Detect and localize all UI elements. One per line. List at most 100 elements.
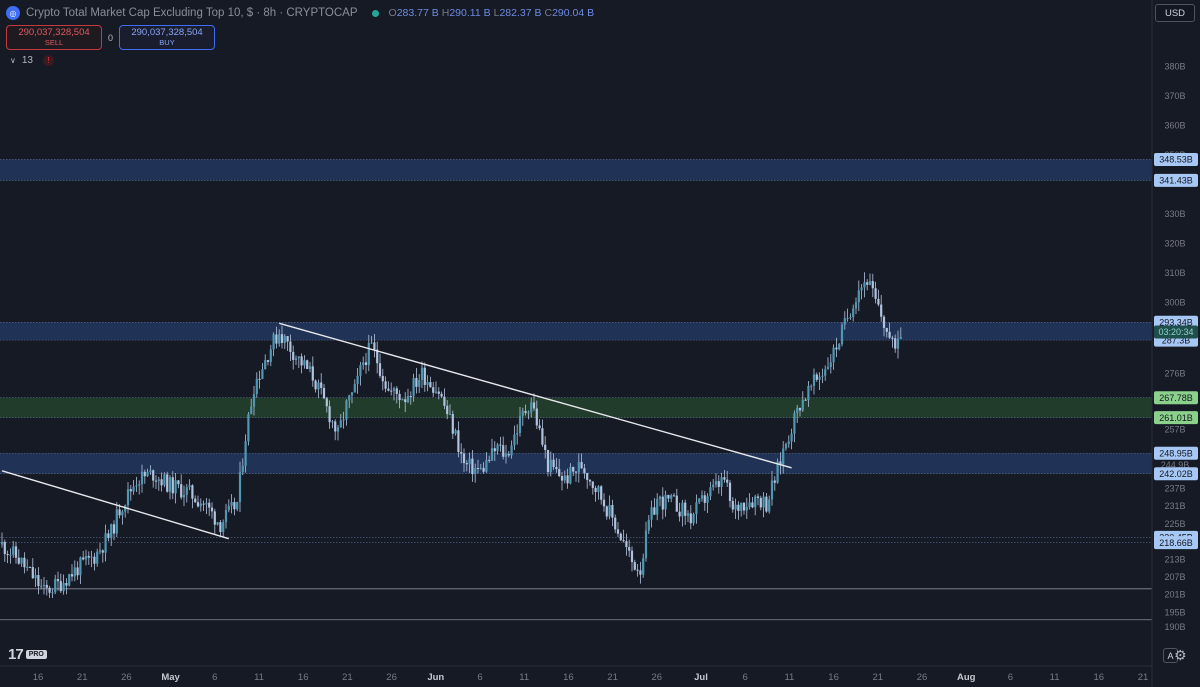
countdown-label-text: 03:20:34 [1158,327,1193,337]
candle-body [37,574,40,587]
candle-body [600,486,603,500]
coin-stack-icon[interactable]: ◎ [6,6,20,20]
candle-body [432,387,435,393]
candle-body [714,481,718,485]
warning-icon[interactable]: ! [42,55,54,66]
candle-body [628,547,631,551]
candle-body [521,410,524,416]
candle-body [686,513,690,516]
candle-body [700,495,704,499]
candle-body [558,469,561,477]
candle-body [513,434,516,446]
y-tick-15: 207B [1164,572,1185,582]
candle-58 [163,472,166,488]
candle-body [252,394,256,407]
candle-body [877,298,880,305]
candle-body [54,579,57,593]
candle-body [213,511,216,525]
candle-body [843,318,846,325]
candle-body [754,496,757,508]
candle-body [378,363,382,376]
candle-body [594,487,597,493]
candle-body [891,337,894,339]
x-tick-3: May [161,672,180,683]
candle-body [420,367,424,380]
candle-body [101,550,104,553]
candle-body [353,384,356,393]
candle-body [415,378,418,387]
candle-body [342,419,345,421]
candle-body [728,482,732,501]
candle-body [219,522,222,533]
candle-body [888,331,891,338]
candle-body [670,495,673,499]
candle-body [583,468,586,474]
candle-body [443,396,446,406]
candle-body [171,477,174,494]
candle-body [185,487,188,495]
pro-badge: PRO [25,650,47,659]
indicators-toggle[interactable]: ∨ 13 ! [10,55,54,66]
buy-button[interactable]: 290,037,328,504 BUY [119,25,216,50]
ohlc-values: O283.77 B H290.11 B L282.37 B C290.04 B [389,7,595,19]
candle-body [742,502,746,511]
candle-body [818,376,821,380]
candle-body [611,504,614,518]
candle-body [110,524,113,539]
candle-body [224,510,228,523]
currency-button[interactable]: USD [1155,4,1195,22]
candle-body [140,471,144,485]
candle-body [622,540,625,542]
candle-body [723,477,726,480]
x-tick-17: 11 [784,672,794,683]
candle-body [222,522,225,533]
candle-body [726,479,729,483]
candle-body [423,367,426,385]
candle-body [717,481,720,487]
candle-body [737,504,740,511]
candle-body [560,476,564,481]
candle-body [434,391,438,393]
sell-button[interactable]: 290,037,328,504 SELL [6,25,102,50]
candle-body [625,541,628,548]
candle-body [93,556,96,564]
candle-body [412,378,415,397]
candle-body [121,511,124,516]
candle-body [894,338,897,349]
candle-body [331,421,334,423]
candle-body [264,360,267,370]
candle-body [233,502,236,510]
y-tick-6: 310B [1164,268,1185,278]
candle-body [230,502,233,506]
zone-3-top-label-text: 248.95B [1159,448,1193,458]
candle-body [51,592,54,594]
candle-body [849,316,852,319]
candle-body [359,365,362,376]
candle-body [462,453,466,464]
candle-body [272,334,275,350]
symbol-title[interactable]: Crypto Total Market Cap Excluding Top 10… [26,7,358,19]
gear-icon[interactable]: ⚙ [1174,647,1187,664]
candle-body [824,369,827,376]
candle-body [418,379,421,387]
candle-body [216,522,219,525]
candle-body [740,502,743,511]
candle-body [468,458,471,465]
ohlc-low: L282.37 B [493,7,542,19]
x-tick-15: Jul [694,672,708,683]
tradingview-logo[interactable]: 17 PRO [8,646,47,663]
y-tick-9: 257B [1164,425,1185,435]
candle-body [479,467,482,469]
y-tick-17: 195B [1164,607,1185,617]
candle-body [681,502,684,517]
candle-body [300,356,303,366]
candle-body [541,428,544,445]
candle-body [292,351,295,360]
price-chart[interactable]: 380B370B360B350B330B320B310B300B276B257B… [0,0,1200,687]
candle-body [689,513,692,524]
candle-body [348,395,351,401]
x-tick-19: 21 [873,672,884,683]
candle-body [549,459,552,473]
candle-body [440,393,443,397]
candle-body [608,504,611,517]
